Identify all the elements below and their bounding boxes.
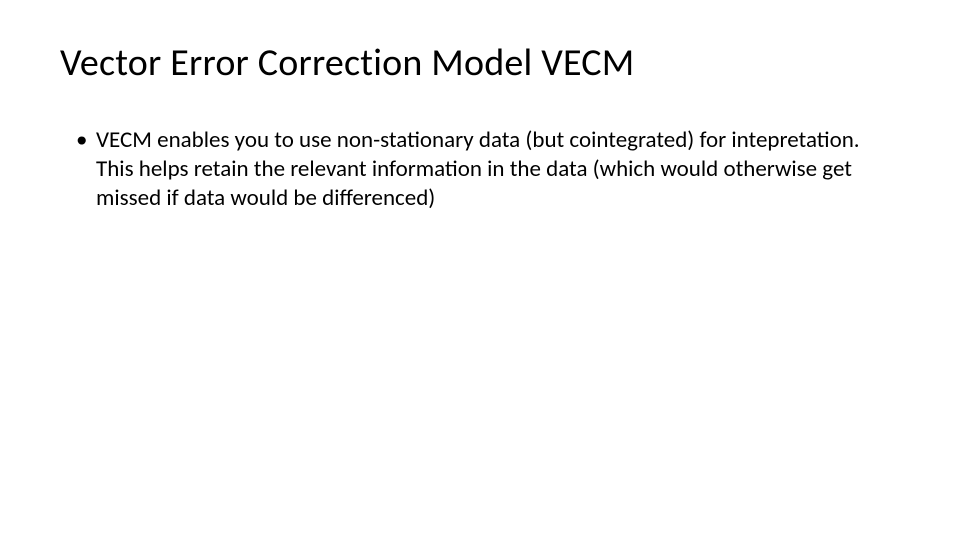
bullet-item: VECM enables you to use non-stationary d… — [76, 126, 900, 212]
bullet-list: VECM enables you to use non-stationary d… — [60, 126, 900, 212]
slide-title: Vector Error Correction Model VECM — [60, 40, 900, 86]
